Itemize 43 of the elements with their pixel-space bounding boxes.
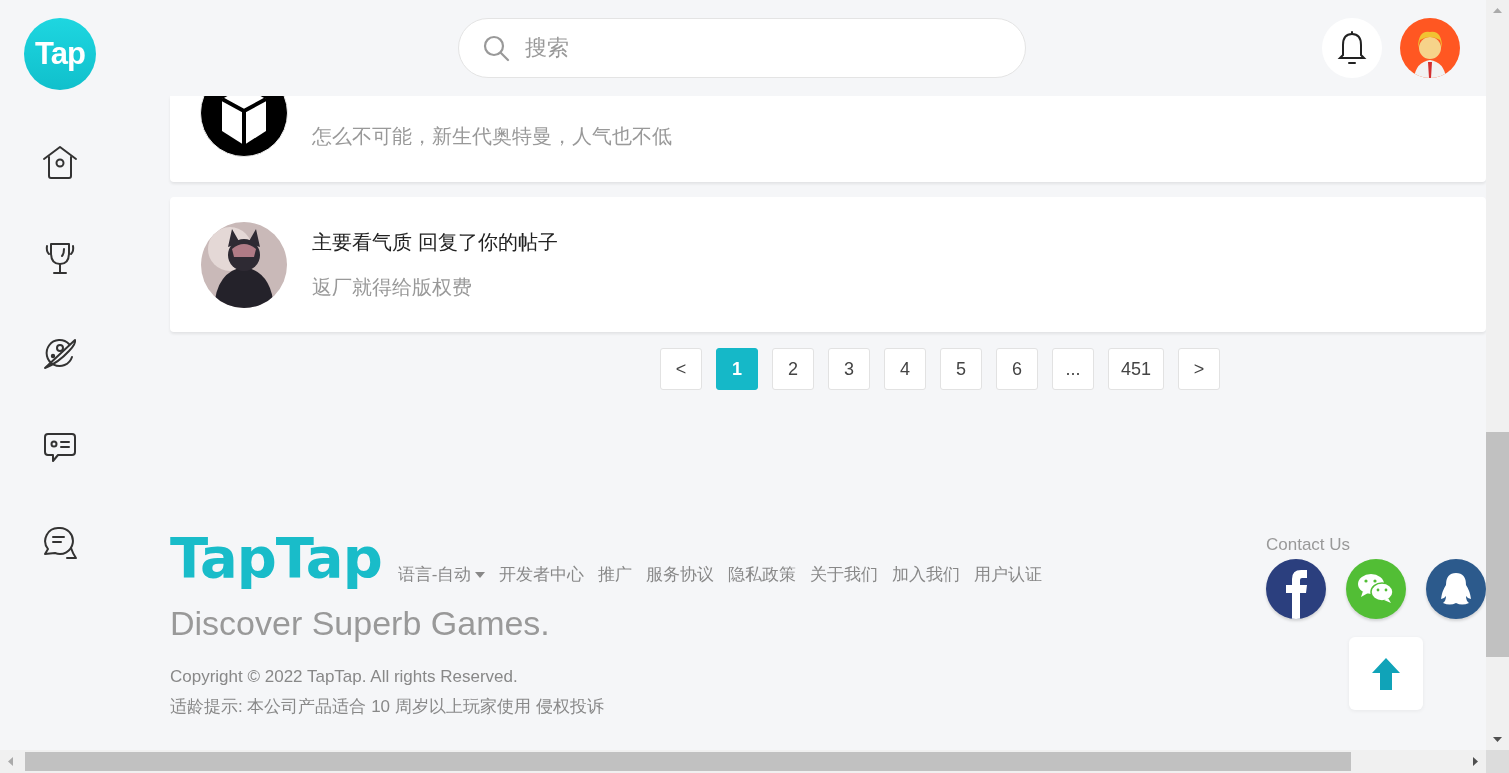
chat-icon[interactable] bbox=[42, 525, 78, 561]
caret-icon bbox=[475, 571, 486, 578]
page-button[interactable]: 451 bbox=[1108, 348, 1165, 390]
home-icon[interactable] bbox=[42, 145, 78, 181]
footer-link[interactable]: 加入我们 bbox=[892, 563, 961, 586]
tap-logo[interactable]: Tap bbox=[24, 18, 96, 90]
facebook-icon[interactable] bbox=[1266, 559, 1326, 619]
footer-link[interactable]: 开发者中心 bbox=[499, 563, 585, 586]
page-button[interactable]: 3 bbox=[828, 348, 870, 390]
copyright-text: Copyright © 2022 TapTap. All rights Reserved. bbox=[170, 667, 519, 687]
slogan: Discover Superb Games. bbox=[170, 604, 551, 643]
notification-title: 主要看气质 回复了你的帖子 bbox=[312, 229, 558, 255]
footer-link[interactable]: 关于我们 bbox=[810, 563, 879, 586]
page-button[interactable]: 6 bbox=[996, 348, 1038, 390]
notification-card[interactable]: 主要看气质 回复了你的帖子 返厂就得给版权费 bbox=[170, 197, 1486, 332]
language-dropdown[interactable]: 语言-自动 bbox=[397, 563, 486, 586]
page-button[interactable]: 2 bbox=[772, 348, 814, 390]
bell-icon bbox=[1337, 31, 1367, 65]
back-to-top-button[interactable] bbox=[1349, 637, 1423, 710]
page-button[interactable]: 5 bbox=[940, 348, 982, 390]
footer-link[interactable]: 用户认证 bbox=[974, 563, 1043, 586]
penguin-icon[interactable] bbox=[1426, 559, 1486, 619]
age-notice: 适龄提示: 本公司产品适合 10 周岁以上玩家使用 bbox=[170, 696, 531, 718]
footer-link[interactable]: 服务协议 bbox=[646, 563, 715, 586]
page-button[interactable]: 1 bbox=[716, 348, 758, 390]
search-field[interactable]: 搜索 bbox=[458, 18, 1026, 78]
page-button[interactable]: ... bbox=[1052, 348, 1094, 390]
user-avatar[interactable] bbox=[1400, 18, 1460, 78]
next-page-button[interactable]: > bbox=[1178, 348, 1221, 390]
page-button[interactable]: 4 bbox=[884, 348, 926, 390]
previous-page-button[interactable]: < bbox=[660, 348, 702, 390]
horizontal-scrollbar[interactable] bbox=[0, 750, 1486, 773]
footer-link[interactable]: 推广 bbox=[598, 563, 633, 586]
notification-text: 返厂就得给版权费 bbox=[312, 274, 473, 300]
up-arrow-icon bbox=[1372, 657, 1400, 690]
scrollbar-corner bbox=[1486, 750, 1509, 773]
search-icon bbox=[482, 34, 510, 62]
complaint-link[interactable]: 侵权投诉 bbox=[535, 695, 604, 718]
notification-text: 怎么不可能，新生代奥特曼，人气也不低 bbox=[312, 124, 672, 149]
footer-link[interactable]: 隐私政策 bbox=[728, 563, 797, 586]
vertical-scrollbar[interactable] bbox=[1486, 0, 1509, 750]
notification-card[interactable]: 怎么不可能，新生代奥特曼，人气也不低 bbox=[170, 96, 1486, 182]
contact-title: Contact Us bbox=[1266, 535, 1351, 554]
